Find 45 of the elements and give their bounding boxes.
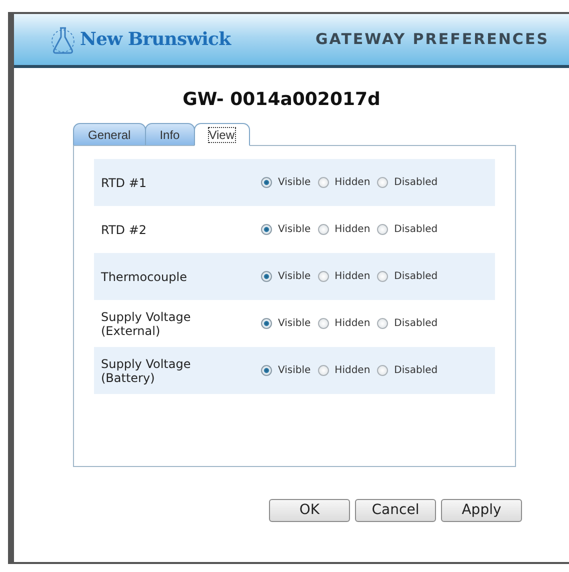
radio-button[interactable] xyxy=(377,318,388,329)
radio-label: Disabled xyxy=(394,317,438,331)
radio-button[interactable] xyxy=(318,365,329,376)
radio-button[interactable] xyxy=(261,224,272,235)
setting-label: RTD #1 xyxy=(101,176,148,190)
flask-icon xyxy=(50,24,76,54)
radio-label: Hidden xyxy=(334,223,370,237)
dialog-button[interactable]: Cancel xyxy=(355,499,436,522)
radio-label: Visible xyxy=(278,223,311,237)
radio-button[interactable] xyxy=(377,224,388,235)
setting-label: Supply Voltage (Battery) xyxy=(101,356,192,384)
radio-button[interactable] xyxy=(318,224,329,235)
radio-button[interactable] xyxy=(261,177,272,188)
radio-label: Visible xyxy=(278,364,311,378)
tab[interactable]: View xyxy=(194,123,250,146)
tab[interactable]: General xyxy=(73,123,146,146)
radio-button[interactable] xyxy=(261,271,272,282)
radio-label: Disabled xyxy=(394,223,438,237)
radio-label: Hidden xyxy=(334,317,370,331)
radio-button[interactable] xyxy=(318,318,329,329)
radio-label: Hidden xyxy=(334,270,370,284)
radio-button[interactable] xyxy=(261,365,272,376)
setting-label: Supply Voltage (External) xyxy=(101,310,192,338)
device-title: GW- 0014a002017d xyxy=(182,88,380,112)
radio-button[interactable] xyxy=(377,177,388,188)
radio-button[interactable] xyxy=(377,271,388,282)
dialog-button[interactable]: Apply xyxy=(441,499,522,522)
setting-label: RTD #2 xyxy=(101,222,148,236)
radio-label: Visible xyxy=(278,270,311,284)
radio-label: Hidden xyxy=(334,364,370,378)
radio-button[interactable] xyxy=(318,271,329,282)
radio-label: Disabled xyxy=(394,270,438,284)
setting-label: Thermocouple xyxy=(101,270,188,284)
radio-button[interactable] xyxy=(318,177,329,188)
radio-label: Visible xyxy=(278,317,311,331)
tab[interactable]: Info xyxy=(144,123,195,146)
header-title: GATEWAY PREFERENCES xyxy=(315,29,549,50)
radio-button[interactable] xyxy=(261,318,272,329)
radio-label: Visible xyxy=(278,176,311,190)
brand-name: New Brunswick xyxy=(80,28,231,52)
radio-button[interactable] xyxy=(377,365,388,376)
radio-label: Disabled xyxy=(394,176,438,190)
radio-label: Hidden xyxy=(334,176,370,190)
dialog-button[interactable]: OK xyxy=(269,499,350,522)
radio-label: Disabled xyxy=(394,364,438,378)
